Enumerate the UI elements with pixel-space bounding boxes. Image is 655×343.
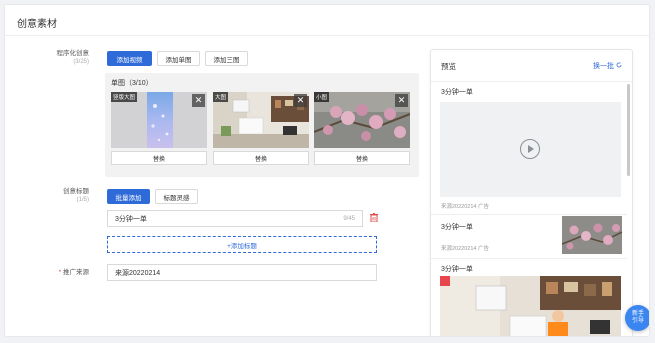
preview-title: 预览 — [441, 62, 456, 71]
preview-header: 预览 换一批 — [431, 50, 632, 82]
replace-button-small[interactable]: 替换 — [314, 151, 410, 165]
single-image-group-title: 单图（3/10） — [111, 80, 153, 87]
add-video-button[interactable]: 添加视频 — [107, 51, 152, 66]
preview-video[interactable] — [440, 102, 621, 197]
preview-item-title: 3分钟一单 — [441, 224, 473, 231]
promotion-source-value: 来源20220214 — [115, 269, 161, 277]
preview-scrollbar[interactable] — [627, 84, 630, 176]
guide-button-line2: 引导 — [631, 318, 644, 324]
play-icon[interactable] — [520, 139, 540, 159]
creative-title-input[interactable]: 3分钟一单 9/45 — [107, 210, 363, 227]
single-image-group: 单图（3/10） 竖版大图 ✕ 替换 大图 ✕ 替换 小图 ✕ 替换 — [105, 73, 419, 177]
close-icon[interactable]: ✕ — [395, 94, 408, 107]
preview-panel: 预览 换一批 3分钟一单 来源20220214 广告 3分钟一单 来源20220… — [430, 49, 633, 336]
creative-title-label: 创意标题 (1/5) — [9, 187, 89, 205]
creative-title-char-count: 9/45 — [343, 215, 355, 222]
guide-button[interactable]: 新手 引导 — [625, 305, 649, 331]
image-thumb-vertical[interactable]: 竖版大图 ✕ — [111, 92, 207, 148]
image-tag-large: 大图 — [213, 92, 229, 102]
creative-title-value: 3分钟一单 — [115, 215, 147, 223]
image-thumb-large[interactable]: 大图 ✕ — [213, 92, 309, 148]
preview-divider — [431, 258, 627, 259]
page-title: 创意素材 — [17, 19, 57, 30]
creative-title-count: (1/5) — [76, 197, 89, 203]
trash-icon[interactable] — [370, 213, 378, 224]
header-divider — [5, 35, 649, 36]
title-inspiration-button[interactable]: 标题灵感 — [155, 189, 198, 204]
promotion-source-input[interactable]: 来源20220214 — [107, 264, 377, 281]
preview-blossom-image — [562, 216, 622, 254]
add-three-images-button[interactable]: 添加三图 — [205, 51, 248, 66]
required-mark: * — [58, 269, 62, 276]
promotion-source-label-text: 推广来源 — [63, 269, 89, 276]
add-single-image-button[interactable]: 添加单图 — [157, 51, 200, 66]
refresh-icon — [616, 62, 622, 70]
image-tag-small: 小图 — [314, 92, 330, 102]
close-icon[interactable]: ✕ — [192, 94, 205, 107]
image-thumb-small[interactable]: 小图 ✕ — [314, 92, 410, 148]
image-tag-vertical: 竖版大图 — [111, 92, 138, 102]
preview-item-title: 3分钟一单 — [441, 266, 473, 273]
guide-button-line1: 新手 — [631, 311, 644, 317]
replace-button-large[interactable]: 替换 — [213, 151, 309, 165]
creative-title-label-text: 创意标题 — [63, 188, 89, 195]
programmatic-label-text: 程序化创意 — [56, 50, 90, 57]
add-title-button[interactable]: +添加标题 — [107, 236, 377, 253]
promotion-source-label: * 推广来源 — [9, 268, 89, 277]
programmatic-label: 程序化创意 (3/25) — [9, 49, 90, 67]
replace-button-vertical[interactable]: 替换 — [111, 151, 207, 165]
close-icon[interactable]: ✕ — [294, 94, 307, 107]
page: 创意素材 程序化创意 (3/25) 添加视频 添加单图 添加三图 单图（3/10… — [4, 4, 650, 337]
programmatic-count: (3/25) — [73, 59, 89, 65]
refresh-batch-label: 换一批 — [593, 63, 615, 70]
preview-divider — [431, 214, 627, 215]
preview-item-meta: 来源20220214 广告 — [441, 246, 489, 252]
batch-add-button[interactable]: 批量添加 — [107, 189, 150, 204]
refresh-batch-link[interactable]: 换一批 — [593, 61, 622, 71]
preview-item-meta: 来源20220214 广告 — [441, 204, 489, 210]
preview-office-image — [440, 276, 621, 336]
preview-item-title: 3分钟一单 — [441, 89, 473, 96]
